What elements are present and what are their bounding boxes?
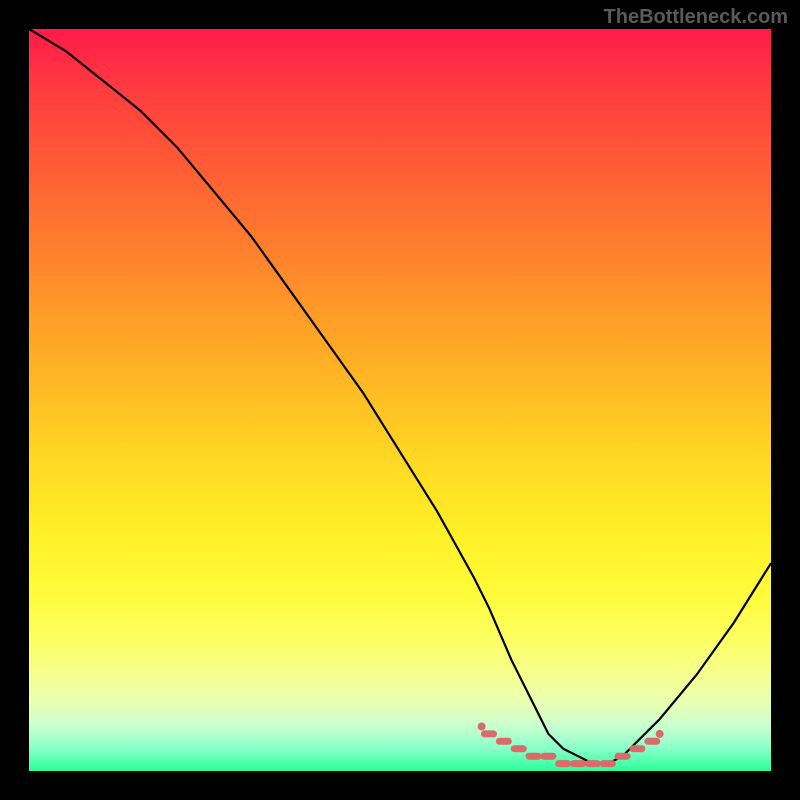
optimal-marker bbox=[615, 753, 631, 760]
optimal-marker bbox=[555, 760, 571, 767]
optimal-marker bbox=[540, 753, 556, 760]
optimal-marker bbox=[511, 745, 527, 752]
watermark-text: TheBottleneck.com bbox=[604, 6, 788, 29]
optimal-marker bbox=[585, 760, 601, 767]
optimal-marker bbox=[481, 730, 497, 737]
optimal-marker bbox=[570, 760, 586, 767]
optimal-marker bbox=[496, 738, 512, 745]
bottleneck-curve-path bbox=[29, 29, 771, 764]
optimal-marker-dot bbox=[656, 730, 664, 738]
optimal-marker bbox=[600, 760, 616, 767]
chart-svg bbox=[29, 29, 771, 771]
optimal-marker bbox=[629, 745, 645, 752]
optimal-marker bbox=[526, 753, 542, 760]
chart-plot-area bbox=[29, 29, 771, 771]
optimal-marker bbox=[644, 738, 660, 745]
optimal-marker-dot bbox=[478, 723, 486, 731]
optimal-band-markers bbox=[478, 723, 664, 768]
